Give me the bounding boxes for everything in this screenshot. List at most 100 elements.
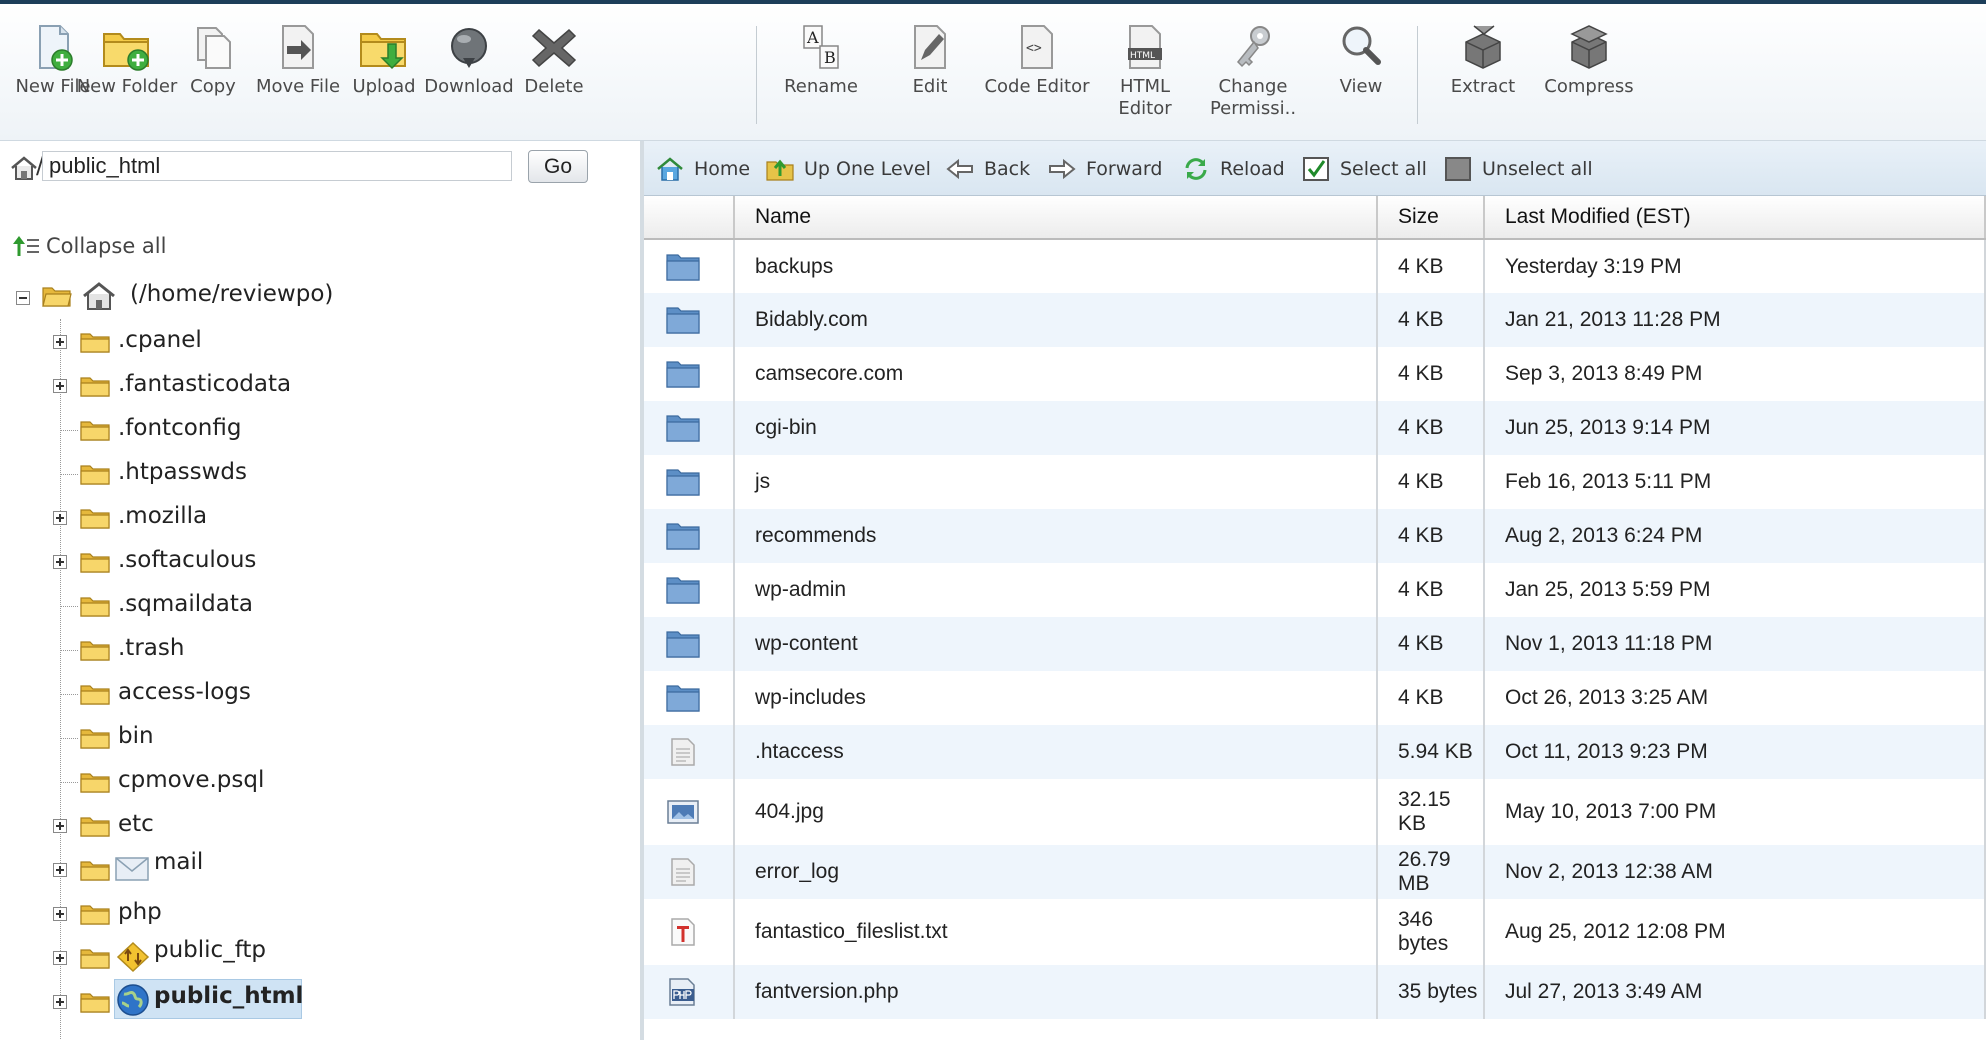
tree-item-sqmaildata[interactable]: .sqmaildata	[118, 591, 253, 617]
home-icon[interactable]	[10, 155, 38, 181]
open-folder-icon	[42, 287, 72, 307]
reload-button[interactable]: Reload	[1182, 155, 1285, 183]
select-all-button[interactable]: Select all	[1302, 155, 1427, 183]
file-name[interactable]: wp-content	[734, 617, 1378, 671]
tree-item-bin[interactable]: bin	[118, 723, 154, 749]
tree-root-label[interactable]: (/home/reviewpo)	[130, 281, 333, 307]
table-row[interactable]: error_log 26.79 MB Nov 2, 2013 12:38 AM	[644, 845, 1986, 899]
tree-item-fontconfig[interactable]: .fontconfig	[118, 415, 241, 441]
file-name[interactable]: 404.jpg	[734, 779, 1378, 845]
size-column-header[interactable]: Size	[1377, 196, 1485, 240]
tree-expand-toggle[interactable]	[53, 511, 67, 525]
file-name[interactable]: js	[734, 455, 1378, 509]
folder-icon	[80, 597, 110, 617]
html-editor-button[interactable]: HTML HTML Editor	[1092, 22, 1198, 120]
tree-item-cpanel[interactable]: .cpanel	[118, 327, 202, 353]
home-nav-button[interactable]: Home	[656, 155, 750, 183]
toolbar-separator	[756, 26, 757, 124]
compress-button[interactable]: Compress	[1536, 22, 1642, 98]
folder-icon	[80, 817, 110, 837]
unselect-all-button[interactable]: Unselect all	[1444, 155, 1593, 183]
forward-button[interactable]: Forward	[1048, 155, 1162, 183]
table-row[interactable]: .htaccess 5.94 KB Oct 11, 2013 9:23 PM	[644, 725, 1986, 779]
tree-item-mozilla[interactable]: .mozilla	[118, 503, 207, 529]
tree-item-fantasticodata[interactable]: .fantasticodata	[118, 371, 291, 397]
file-name[interactable]: error_log	[734, 845, 1378, 899]
table-row[interactable]: 404.jpg 32.15 KB May 10, 2013 7:00 PM	[644, 779, 1986, 845]
tree-item-public-ftp[interactable]: public_ftp	[154, 937, 266, 963]
tree-item-cpmove-psql[interactable]: cpmove.psql	[118, 767, 264, 793]
modified-column-header[interactable]: Last Modified (EST)	[1484, 196, 1986, 240]
back-button[interactable]: Back	[946, 155, 1030, 183]
tree-item-etc[interactable]: etc	[118, 811, 154, 837]
image-file-icon	[667, 800, 699, 824]
compress-icon	[1570, 25, 1608, 69]
file-name[interactable]: camsecore.com	[734, 347, 1378, 401]
table-row[interactable]: wp-includes 4 KB Oct 26, 2013 3:25 AM	[644, 671, 1986, 725]
change-permissions-button[interactable]: Change Permissi..	[1200, 22, 1306, 120]
file-name[interactable]: .htaccess	[734, 725, 1378, 779]
file-size: 35 bytes	[1377, 965, 1485, 1019]
edit-button[interactable]: Edit	[877, 22, 983, 98]
file-modified: Oct 11, 2013 9:23 PM	[1484, 725, 1986, 779]
table-row[interactable]: cgi-bin 4 KB Jun 25, 2013 9:14 PM	[644, 401, 1986, 455]
tree-item-htpasswds[interactable]: .htpasswds	[118, 459, 247, 485]
file-name[interactable]: wp-includes	[734, 671, 1378, 725]
rename-button[interactable]: AB Rename	[768, 22, 874, 98]
table-row[interactable]: Bidably.com 4 KB Jan 21, 2013 11:28 PM	[644, 293, 1986, 347]
folder-icon	[666, 577, 700, 604]
file-name[interactable]: backups	[734, 239, 1378, 293]
tree-expand-toggle[interactable]	[53, 555, 67, 569]
view-button[interactable]: View	[1308, 22, 1414, 98]
tree-expand-toggle[interactable]	[53, 335, 67, 349]
tree-collapse-toggle[interactable]	[16, 291, 30, 305]
tree-item-public-html[interactable]: public_html	[154, 983, 303, 1009]
tree-item-trash[interactable]: .trash	[118, 635, 184, 661]
tree-item-mail[interactable]: mail	[154, 849, 203, 875]
table-row[interactable]: recommends 4 KB Aug 2, 2013 6:24 PM	[644, 509, 1986, 563]
file-modified: Jul 27, 2013 3:49 AM	[1484, 965, 1986, 1019]
delete-button[interactable]: Delete	[501, 22, 607, 98]
copy-icon	[197, 27, 231, 69]
extract-button[interactable]: Extract	[1430, 22, 1536, 98]
table-row[interactable]: fantastico_fileslist.txt 346 bytes Aug 2…	[644, 899, 1986, 965]
tree-expand-toggle[interactable]	[53, 951, 67, 965]
tree-expand-toggle[interactable]	[53, 379, 67, 393]
table-row[interactable]: wp-admin 4 KB Jan 25, 2013 5:59 PM	[644, 563, 1986, 617]
table-row[interactable]: camsecore.com 4 KB Sep 3, 2013 8:49 PM	[644, 347, 1986, 401]
folder-icon	[80, 553, 110, 573]
tree-item-access-logs[interactable]: access-logs	[118, 679, 251, 705]
tree-item-php[interactable]: php	[118, 899, 162, 925]
folder-icon	[80, 333, 110, 353]
up-one-level-button[interactable]: Up One Level	[766, 155, 931, 183]
file-modified: Sep 3, 2013 8:49 PM	[1484, 347, 1986, 401]
file-name[interactable]: recommends	[734, 509, 1378, 563]
tree-expand-toggle[interactable]	[53, 819, 67, 833]
collapse-all-link[interactable]: Collapse all	[12, 234, 166, 258]
tree-branch-line	[60, 474, 78, 475]
tree-expand-toggle[interactable]	[53, 863, 67, 877]
file-name[interactable]: Bidably.com	[734, 293, 1378, 347]
folder-icon	[80, 861, 110, 881]
path-input[interactable]	[42, 151, 512, 181]
table-row[interactable]: js 4 KB Feb 16, 2013 5:11 PM	[644, 455, 1986, 509]
new-file-icon	[39, 25, 73, 71]
tree-expand-toggle[interactable]	[53, 995, 67, 1009]
file-name[interactable]: wp-admin	[734, 563, 1378, 617]
tree-item-softaculous[interactable]: .softaculous	[118, 547, 256, 573]
file-name[interactable]: fantversion.php	[734, 965, 1378, 1019]
table-row[interactable]: fantversion.php 35 bytes Jul 27, 2013 3:…	[644, 965, 1986, 1019]
file-name[interactable]: cgi-bin	[734, 401, 1378, 455]
edit-icon	[914, 25, 946, 69]
file-name[interactable]: fantastico_fileslist.txt	[734, 899, 1378, 965]
file-modified: Aug 2, 2013 6:24 PM	[1484, 509, 1986, 563]
code-editor-button[interactable]: <> Code Editor	[984, 22, 1090, 98]
tree-expand-toggle[interactable]	[53, 907, 67, 921]
file-size: 4 KB	[1377, 509, 1485, 563]
table-row[interactable]: backups 4 KB Yesterday 3:19 PM	[644, 239, 1986, 293]
file-modified: Aug 25, 2012 12:08 PM	[1484, 899, 1986, 965]
table-row[interactable]: wp-content 4 KB Nov 1, 2013 11:18 PM	[644, 617, 1986, 671]
name-column-header[interactable]: Name	[734, 196, 1378, 240]
download-icon	[451, 28, 487, 68]
go-button[interactable]: Go	[528, 150, 588, 183]
